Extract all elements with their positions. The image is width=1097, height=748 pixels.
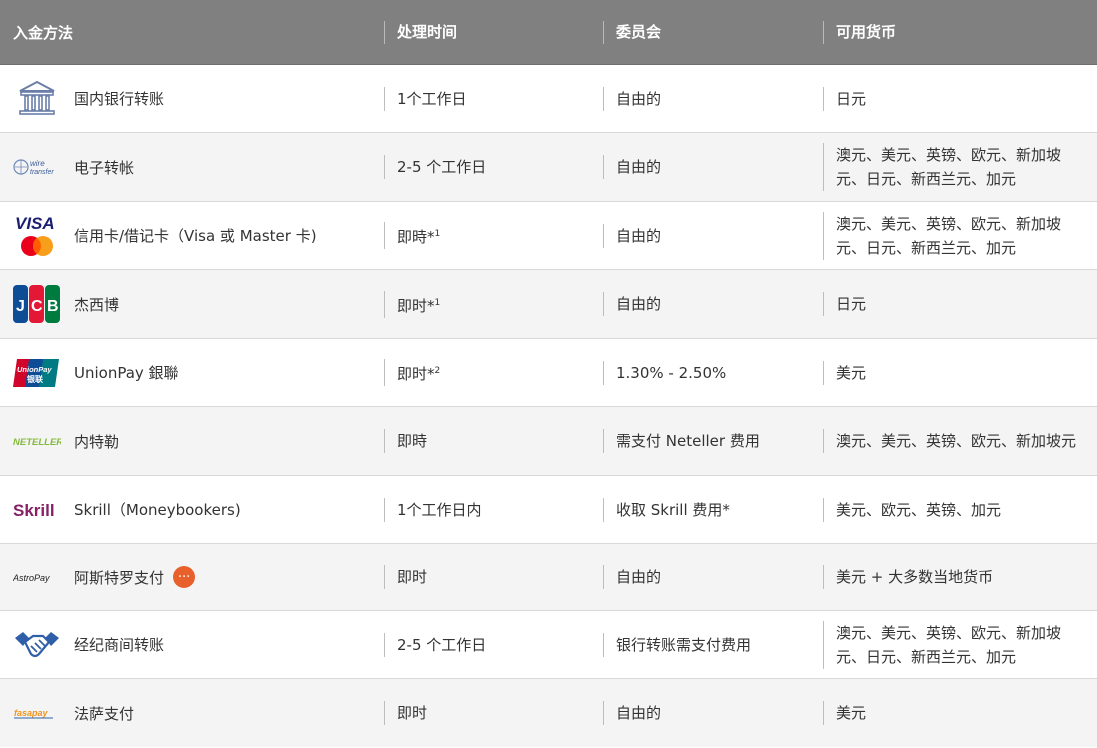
header-processing-time: 处理时间 — [384, 20, 603, 44]
method-name: 经纪商间转账 — [74, 636, 165, 654]
commission: 需支付 Neteller 费用 — [616, 432, 760, 450]
commission: 自由的 — [616, 568, 662, 586]
method-name: 阿斯特罗支付 — [74, 568, 165, 587]
method-name: 法萨支付 — [74, 704, 135, 723]
commission: 自由的 — [616, 295, 662, 313]
currencies: 澳元、美元、英镑、欧元、新加坡元、日元、新西兰元、加元 — [836, 146, 1062, 188]
currencies: 美元 — [836, 363, 867, 382]
commission: 自由的 — [616, 158, 662, 176]
method-name: 内特勒 — [74, 432, 120, 451]
processing-time: 即时 — [397, 568, 428, 586]
svg-text:VISA: VISA — [15, 214, 55, 233]
processing-time: 1个工作日内 — [397, 500, 482, 519]
svg-text:AstroPay: AstroPay — [13, 573, 50, 583]
method-name: 电子转帐 — [74, 158, 135, 177]
svg-text:银联: 银联 — [26, 374, 43, 384]
table-row: 国内银行转账 1个工作日 自由的 日元 — [0, 65, 1097, 133]
table-row: AstroPay 阿斯特罗支付 ··· 即时 自由的 美元 + 大多数当地货币 — [0, 544, 1097, 611]
currencies: 美元 — [836, 704, 867, 722]
table-row: Skrill Skrill（Moneybookers) 1个工作日内 收取 Sk… — [0, 476, 1097, 544]
svg-text:J: J — [16, 298, 25, 315]
svg-text:fasapay: fasapay — [14, 708, 49, 718]
footnote-marker: 2 — [434, 366, 441, 376]
skrill-logo: Skrill — [13, 486, 61, 534]
table-row: fasapay 法萨支付 即时 自由的 美元 — [0, 679, 1097, 747]
method-name: 信用卡/借记卡（Visa 或 Master 卡) — [74, 227, 317, 245]
footnote-marker: 1 — [434, 229, 441, 239]
deposit-methods-table: 入金方法 处理时间 委员会 可用货币 国内银行转账 1个工作日 自由的 日元 w… — [0, 0, 1097, 747]
neteller-logo: NETELLER — [13, 417, 61, 465]
fasapay-logo: fasapay — [13, 689, 61, 737]
commission: 银行转账需支付费用 — [616, 635, 752, 654]
more-options-icon[interactable]: ··· — [173, 566, 196, 588]
astropay-logo: AstroPay — [13, 553, 61, 601]
method-name: 国内银行转账 — [74, 90, 165, 108]
header-commission: 委员会 — [603, 20, 823, 44]
wire-transfer-logo: wire transfer — [13, 143, 61, 191]
currencies: 美元、欧元、英镑、加元 — [836, 500, 1002, 519]
currencies: 日元 — [836, 295, 867, 313]
currencies: 澳元、美元、英镑、欧元、新加坡元、日元、新西兰元、加元 — [836, 214, 1062, 257]
table-row: UnionPay 银联 UnionPay 銀聯 即时*2 1.30% - 2.5… — [0, 339, 1097, 407]
processing-time: 即时* — [397, 296, 435, 315]
commission: 自由的 — [616, 226, 662, 245]
currencies: 日元 — [836, 89, 867, 108]
table-row: NETELLER 内特勒 即時 需支付 Neteller 费用 澳元、美元、英镑… — [0, 407, 1097, 476]
jcb-logo: J C B — [13, 280, 61, 328]
table-header: 入金方法 处理时间 委员会 可用货币 — [0, 0, 1097, 65]
commission: 1.30% - 2.50% — [616, 363, 727, 382]
processing-time: 即时 — [397, 704, 428, 722]
method-name: 杰西博 — [74, 295, 120, 314]
header-currencies: 可用货币 — [823, 20, 1097, 44]
method-name: UnionPay 銀聯 — [74, 364, 179, 382]
table-row: wire transfer 电子转帐 2-5 个工作日 自由的 澳元、美元、英镑… — [0, 133, 1097, 202]
unionpay-logo: UnionPay 银联 — [13, 349, 61, 397]
svg-text:C: C — [31, 298, 43, 315]
processing-time: 即時 — [397, 432, 428, 450]
table-row: VISA 信用卡/借记卡（Visa 或 Master 卡) 即時*1 自由的 澳… — [0, 202, 1097, 270]
header-method: 入金方法 — [13, 23, 74, 42]
table-row: J C B 杰西博 即时*1 自由的 日元 — [0, 270, 1097, 339]
processing-time: 2-5 个工作日 — [397, 635, 487, 654]
commission: 自由的 — [616, 704, 662, 722]
visa-mastercard-logo: VISA — [13, 212, 61, 260]
currencies: 澳元、美元、英镑、欧元、新加坡元、日元、新西兰元、加元 — [836, 623, 1062, 666]
processing-time: 即時* — [397, 228, 435, 246]
table-row: 经纪商间转账 2-5 个工作日 银行转账需支付费用 澳元、美元、英镑、欧元、新加… — [0, 611, 1097, 679]
svg-text:transfer: transfer — [30, 169, 54, 176]
processing-time: 1个工作日 — [397, 89, 467, 108]
processing-time: 2-5 个工作日 — [397, 158, 487, 176]
svg-text:NETELLER: NETELLER — [13, 437, 61, 448]
processing-time: 即时* — [397, 365, 435, 383]
currencies: 澳元、美元、英镑、欧元、新加坡元 — [836, 432, 1077, 450]
svg-text:UnionPay: UnionPay — [17, 365, 52, 374]
footnote-marker: 1 — [434, 297, 441, 308]
svg-text:Skrill: Skrill — [13, 501, 55, 520]
method-name: Skrill（Moneybookers) — [74, 501, 241, 519]
handshake-icon — [13, 621, 61, 669]
bank-icon — [13, 75, 61, 123]
commission: 自由的 — [616, 89, 662, 108]
commission: 收取 Skrill 费用* — [616, 500, 730, 519]
currencies: 美元 + 大多数当地货币 — [836, 568, 994, 586]
svg-text:B: B — [47, 298, 59, 315]
svg-text:wire: wire — [30, 159, 45, 168]
